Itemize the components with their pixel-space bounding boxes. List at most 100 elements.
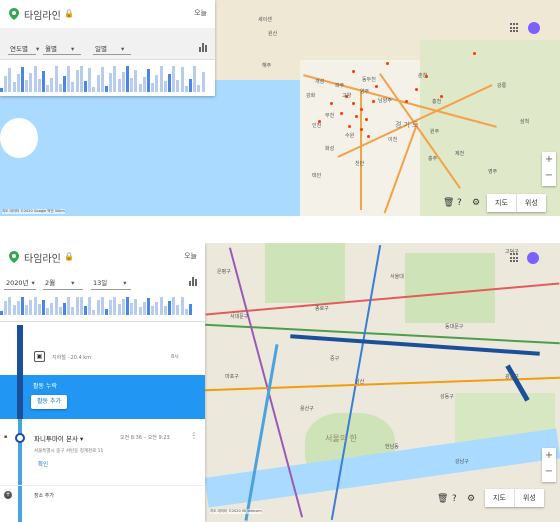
histogram-bar — [159, 66, 163, 92]
histogram-bar — [142, 76, 146, 92]
zoom-control[interactable]: + − — [542, 448, 556, 482]
day-select[interactable]: 일별 ▾ — [95, 43, 124, 53]
timeline-panel: 타임라인 🔒 오늘 연도별 ▾ 월별 ▾ 일별 ▾ — [0, 0, 215, 96]
timeline-track — [17, 325, 23, 375]
map-type-toggle[interactable]: 지도 위성 — [485, 489, 544, 507]
histogram-bar — [126, 297, 129, 315]
visit-name[interactable]: 파니투마이 본사 ▾ — [34, 433, 83, 443]
day-select[interactable]: 13일 ▾ — [93, 277, 127, 287]
map-label: 영주 — [488, 169, 498, 175]
more-options-icon[interactable]: ⋮ — [190, 431, 198, 440]
month-select[interactable]: 월별 ▾ — [45, 43, 74, 53]
histogram-bar — [4, 301, 8, 315]
apps-grid-icon[interactable] — [510, 253, 520, 263]
avatar[interactable] — [528, 22, 540, 34]
panel-header: 타임라인 🔒 오늘 — [0, 243, 205, 271]
map-type-satellite[interactable]: 위성 — [517, 194, 546, 212]
help-icon[interactable]: ? — [452, 494, 457, 504]
transit-icon: ▣ — [34, 351, 45, 362]
histogram-bar — [109, 299, 113, 315]
histogram-bar — [71, 306, 75, 315]
map-canvas[interactable]: 은평구 서대문구 종로구 중구 용산구 성동구 광진구 동대문구 마포구 서울대… — [204, 243, 560, 522]
gear-icon[interactable]: ⚙ — [467, 494, 475, 504]
map-type-toggle[interactable]: 지도 위성 — [487, 194, 546, 212]
map-label: 삼척 — [520, 119, 530, 125]
map-label: 성동구 — [440, 394, 454, 400]
histogram-bar — [75, 297, 79, 315]
zoom-control[interactable]: + − — [542, 152, 556, 186]
map-label: 중구 — [330, 356, 340, 362]
segment-label[interactable]: 지하철 · 20.4 km — [52, 354, 91, 361]
histogram-bar — [79, 297, 83, 315]
map-label: 이천 — [388, 137, 398, 143]
year-select[interactable]: 2020년 ▾ — [6, 277, 35, 287]
apps-grid-icon[interactable] — [510, 23, 520, 33]
map-label: 남양주 — [378, 98, 392, 104]
histogram-bar — [117, 79, 121, 92]
histogram-bar — [172, 66, 176, 92]
histogram-bar — [189, 78, 192, 92]
histogram-bar — [159, 297, 163, 315]
histogram-bar — [126, 66, 129, 92]
histogram-bar — [197, 84, 201, 92]
zoom-out-button[interactable]: − — [542, 168, 556, 184]
zoom-in-button[interactable]: + — [542, 152, 556, 168]
histogram-bar — [147, 297, 150, 315]
map-label: 서울의 한 — [325, 434, 357, 443]
histogram-bar — [75, 69, 79, 92]
zoom-out-button[interactable]: − — [542, 464, 556, 480]
histogram-bar — [16, 300, 20, 315]
timeline-track — [17, 375, 23, 419]
histogram-bar — [88, 297, 92, 315]
confirm-link[interactable]: 확인 — [38, 460, 48, 468]
today-button[interactable]: 오늘 — [184, 251, 197, 261]
trash-icon[interactable]: 🗑 — [437, 494, 448, 504]
map-label: 태안 — [312, 173, 322, 179]
page-title: 타임라인 — [24, 254, 61, 265]
histogram-bar — [12, 81, 16, 92]
histogram-bar — [184, 309, 188, 315]
histogram-bar — [88, 68, 92, 92]
map-label: 춘천 — [418, 73, 428, 79]
histogram-bar — [130, 303, 134, 315]
avatar[interactable] — [527, 252, 539, 264]
place-pin-icon: ▪ — [4, 434, 8, 440]
map-type-satellite[interactable]: 위성 — [515, 489, 544, 507]
month-select[interactable]: 2월 ▾ — [45, 277, 74, 287]
histogram-bar — [201, 72, 205, 92]
zoom-in-button[interactable]: + — [542, 448, 556, 464]
histogram-bar — [46, 85, 50, 92]
histogram-bar — [79, 66, 83, 92]
map-label: 동두천 — [362, 77, 376, 83]
add-activity-button[interactable]: 활동 추가 — [31, 395, 67, 409]
map-label: 원산 — [268, 31, 278, 37]
activity-histogram — [0, 293, 197, 315]
map-label: 원주 — [430, 129, 440, 135]
help-icon[interactable]: ? — [457, 198, 462, 208]
histogram-bar — [92, 310, 96, 315]
histogram-bar — [0, 88, 3, 92]
histogram-bar — [100, 67, 104, 92]
map-label: 서울대 — [390, 274, 404, 280]
stats-icon[interactable] — [199, 43, 207, 52]
add-place-button[interactable]: 장소 추가 — [34, 492, 54, 499]
trash-icon[interactable]: 🗑 — [443, 198, 454, 208]
map-type-map[interactable]: 지도 — [485, 489, 515, 507]
year-select[interactable]: 연도별 ▾ — [10, 43, 39, 53]
add-place-icon[interactable]: + — [4, 491, 12, 499]
gear-icon[interactable]: ⚙ — [472, 198, 480, 208]
page-title: 타임라인 — [24, 11, 61, 22]
histogram-bar — [109, 73, 113, 92]
today-button[interactable]: 오늘 — [194, 8, 207, 18]
histogram-bar — [33, 66, 37, 92]
histogram-bar — [96, 300, 100, 315]
histogram-bar — [46, 308, 50, 315]
histogram-bar — [117, 303, 121, 315]
histogram-bar — [193, 66, 197, 92]
map-type-map[interactable]: 지도 — [487, 194, 517, 212]
stats-icon[interactable] — [189, 277, 197, 286]
lock-icon: 🔒 — [64, 252, 74, 261]
histogram-bar — [25, 304, 29, 315]
map-label: 제천 — [455, 151, 465, 157]
map-label: 남산 — [355, 379, 365, 385]
